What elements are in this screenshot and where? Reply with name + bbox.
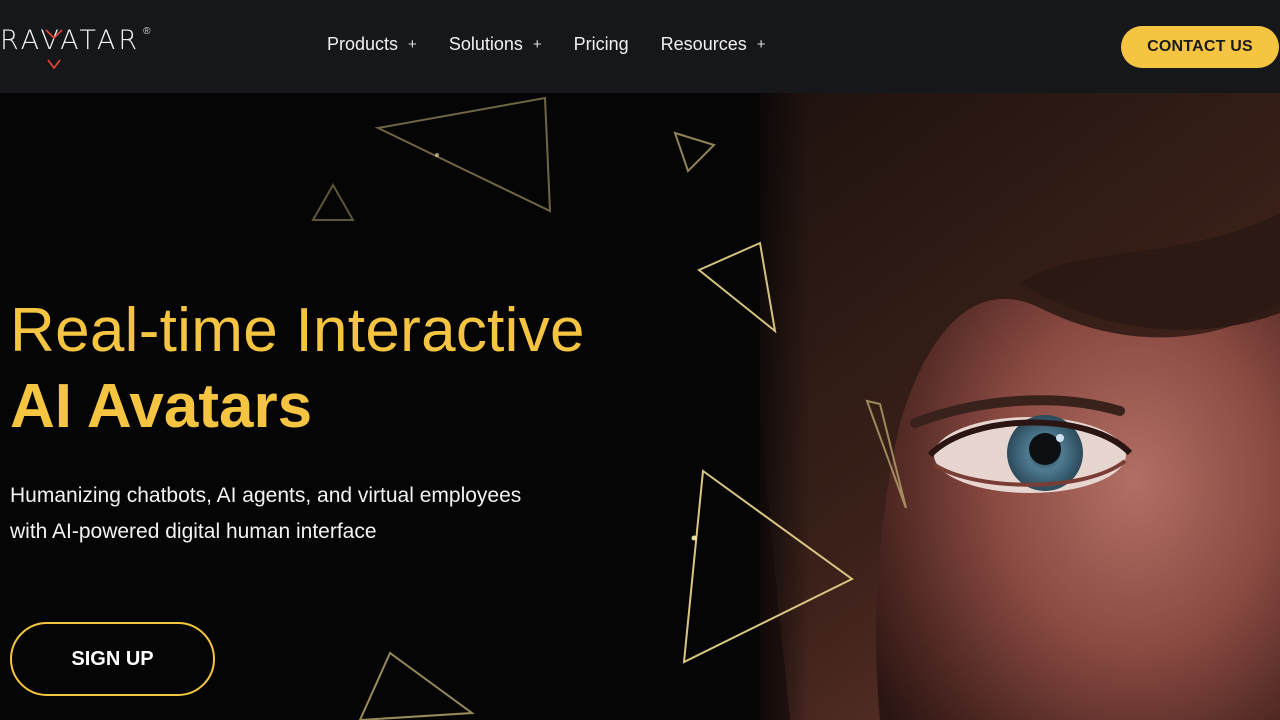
plus-icon: + bbox=[408, 36, 417, 53]
plus-icon: + bbox=[532, 36, 542, 53]
avatar-face-image bbox=[740, 93, 1280, 720]
hero-subtext: Humanizing chatbots, AI agents, and virt… bbox=[10, 478, 650, 550]
subtext-line-2: with AI-powered digital human interface bbox=[10, 520, 377, 543]
plus-icon: + bbox=[756, 36, 766, 53]
hero-headline: Real-time Interactive AI Avatars bbox=[10, 293, 585, 445]
nav-item-label: Products bbox=[327, 34, 399, 54]
hero-section: Real-time Interactive AI Avatars Humaniz… bbox=[0, 93, 1280, 720]
subtext-line-1: Humanizing chatbots, AI agents, and virt… bbox=[10, 484, 522, 507]
headline-line-1: Real-time Interactive bbox=[10, 296, 585, 365]
logo-wordmark: RAVATAR bbox=[0, 25, 141, 56]
nav-item-pricing[interactable]: Pricing bbox=[574, 34, 629, 55]
headline-line-2: AI Avatars bbox=[10, 372, 313, 441]
nav-item-label: Resources bbox=[660, 34, 747, 54]
nav-item-resources[interactable]: Resources + bbox=[661, 34, 766, 55]
top-navbar: RAVATAR ® Products + Solutions + Pricing… bbox=[0, 0, 1280, 93]
nav-item-label: Solutions bbox=[448, 34, 523, 54]
main-nav: Products + Solutions + Pricing Resources… bbox=[327, 34, 797, 55]
ravatar-logo[interactable]: RAVATAR ® bbox=[0, 26, 151, 70]
nav-item-label: Pricing bbox=[573, 34, 629, 54]
nav-item-solutions[interactable]: Solutions + bbox=[449, 34, 542, 55]
logo-triangle-icon bbox=[45, 29, 63, 70]
sparkle bbox=[691, 535, 697, 541]
logo-registered-mark: ® bbox=[143, 26, 151, 37]
contact-us-button[interactable]: CONTACT US bbox=[1121, 26, 1279, 68]
sign-up-button[interactable]: SIGN UP bbox=[10, 622, 215, 696]
sparkle bbox=[435, 153, 439, 157]
nav-item-products[interactable]: Products + bbox=[327, 34, 417, 55]
